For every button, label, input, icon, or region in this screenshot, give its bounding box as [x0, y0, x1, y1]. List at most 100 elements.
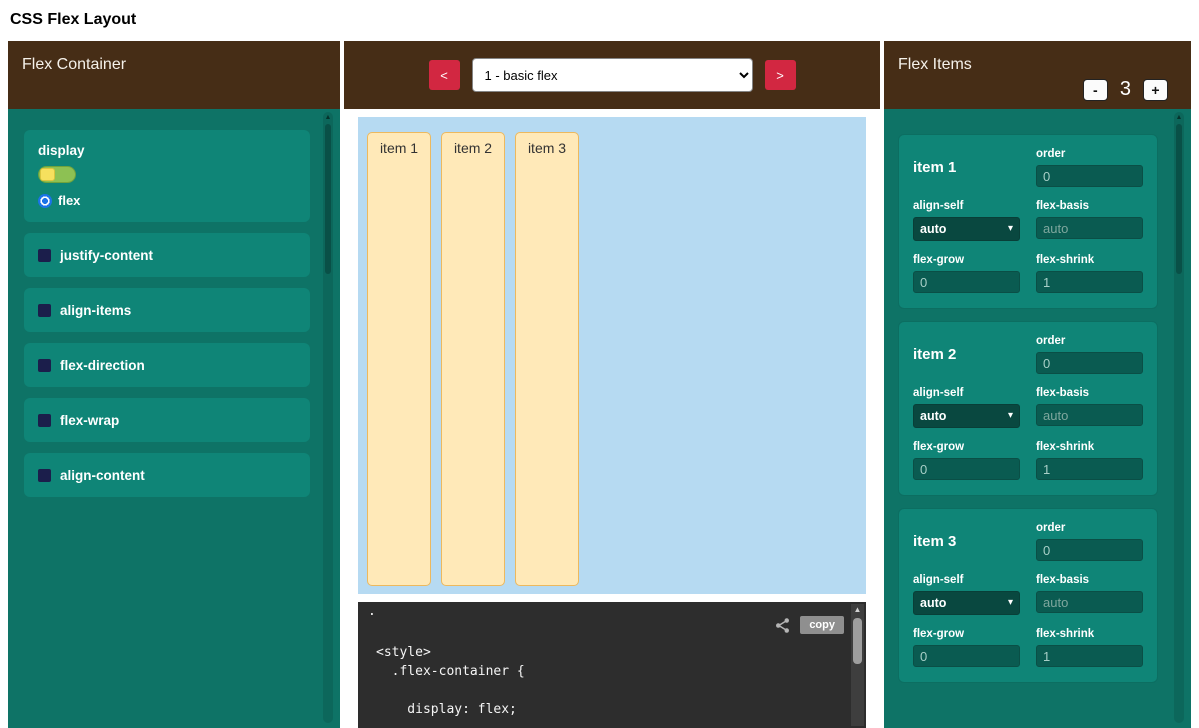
option-justify-content[interactable]: justify-content [24, 233, 310, 277]
align-self-select[interactable]: auto [913, 591, 1020, 615]
checkbox-icon[interactable] [38, 359, 51, 372]
order-label: order [1036, 522, 1143, 534]
flex-basis-label: flex-basis [1036, 200, 1143, 212]
flex-basis-label: flex-basis [1036, 387, 1143, 399]
flex-grow-label: flex-grow [913, 628, 1020, 640]
flex-shrink-label: flex-shrink [1036, 441, 1143, 453]
code-panel: . copy <style> .flex-container { disp [358, 602, 866, 728]
order-input[interactable] [1036, 539, 1143, 561]
right-panel-scrollbar[interactable]: ▲ [1174, 112, 1184, 723]
flex-basis-field: flex-basis [1036, 574, 1143, 615]
main-layout: Flex Container display flex justify-cont… [0, 41, 1199, 728]
display-card-title: display [38, 143, 296, 158]
flex-shrink-input[interactable] [1036, 458, 1143, 480]
flex-item-card: item 1 order align-self auto ▾ flex-basi [898, 134, 1158, 309]
flex-basis-input[interactable] [1036, 404, 1143, 426]
remove-item-button[interactable]: - [1083, 79, 1108, 101]
flex-grow-input[interactable] [913, 645, 1020, 667]
order-label: order [1036, 335, 1143, 347]
code-line: <style> [376, 643, 525, 662]
demo-item: item 1 [367, 132, 431, 586]
flex-grow-label: flex-grow [913, 441, 1020, 453]
page-title: CSS Flex Layout [0, 0, 1199, 41]
preset-bar: < 1 - basic flex > [344, 41, 880, 109]
code-toolbar: copy [774, 616, 844, 634]
flex-shrink-field: flex-shrink [1036, 254, 1143, 293]
share-icon[interactable] [774, 617, 791, 634]
next-preset-button[interactable]: > [765, 60, 796, 90]
option-label: align-items [60, 303, 131, 318]
align-self-label: align-self [913, 387, 1020, 399]
align-self-field: align-self auto ▾ [913, 200, 1020, 241]
align-self-select[interactable]: auto [913, 404, 1020, 428]
flex-container-panel-title: Flex Container [22, 56, 126, 73]
add-item-button[interactable]: + [1143, 79, 1168, 101]
flex-grow-input[interactable] [913, 458, 1020, 480]
item-title: item 1 [913, 159, 1020, 176]
scroll-up-arrow-icon[interactable]: ▲ [851, 604, 864, 616]
item-title: item 2 [913, 346, 1020, 363]
checkbox-icon[interactable] [38, 304, 51, 317]
flex-container-panel-body: display flex justify-content align-items [8, 109, 340, 728]
scroll-up-arrow-icon[interactable]: ▲ [323, 112, 333, 123]
code-line: display: flex; [376, 700, 525, 719]
left-panel-scrollbar[interactable]: ▲ [323, 112, 333, 723]
option-label: align-content [60, 468, 145, 483]
option-align-items[interactable]: align-items [24, 288, 310, 332]
flex-grow-field: flex-grow [913, 441, 1020, 480]
flex-grow-input[interactable] [913, 271, 1020, 293]
order-input[interactable] [1036, 165, 1143, 187]
align-self-label: align-self [913, 200, 1020, 212]
radio-checked-icon[interactable] [38, 194, 52, 208]
checkbox-icon[interactable] [38, 469, 51, 482]
order-label: order [1036, 148, 1143, 160]
display-flex-radio-row[interactable]: flex [38, 193, 296, 208]
option-flex-wrap[interactable]: flex-wrap [24, 398, 310, 442]
item-title: item 3 [913, 533, 1020, 550]
scrollbar-thumb[interactable] [325, 124, 331, 274]
option-label: flex-direction [60, 358, 145, 373]
scroll-up-arrow-icon[interactable]: ▲ [1174, 112, 1184, 123]
flex-items-panel-body: item 1 order align-self auto ▾ flex-basi [884, 109, 1191, 728]
option-align-content[interactable]: align-content [24, 453, 310, 497]
flex-shrink-input[interactable] [1036, 271, 1143, 293]
flex-grow-field: flex-grow [913, 628, 1020, 667]
flex-demo-container: item 1 item 2 item 3 [358, 117, 866, 594]
css-code: <style> .flex-container { display: flex; [376, 643, 525, 719]
toggle-knob-icon [40, 168, 55, 181]
flex-container-panel-header: Flex Container [8, 41, 340, 109]
flex-basis-input[interactable] [1036, 591, 1143, 613]
checkbox-icon[interactable] [38, 249, 51, 262]
flex-basis-field: flex-basis [1036, 200, 1143, 241]
radio-label: flex [58, 193, 80, 208]
scrollbar-thumb[interactable] [1176, 124, 1182, 274]
preset-select[interactable]: 1 - basic flex [472, 58, 753, 92]
flex-basis-input[interactable] [1036, 217, 1143, 239]
code-scrollbar[interactable]: ▲ [851, 604, 864, 726]
scrollbar-thumb[interactable] [853, 618, 862, 664]
option-label: justify-content [60, 248, 153, 263]
code-line [376, 681, 525, 700]
flex-shrink-field: flex-shrink [1036, 628, 1143, 667]
align-self-label: align-self [913, 574, 1020, 586]
flex-items-panel-header: Flex Items - 3 + [884, 41, 1191, 109]
display-toggle[interactable] [38, 166, 76, 183]
order-input[interactable] [1036, 352, 1143, 374]
flex-item-card: item 2 order align-self auto ▾ flex-basi [898, 321, 1158, 496]
align-self-field: align-self auto ▾ [913, 574, 1020, 615]
flex-shrink-input[interactable] [1036, 645, 1143, 667]
preview-panel: < 1 - basic flex > item 1 item 2 item 3 … [344, 41, 880, 728]
demo-item: item 3 [515, 132, 579, 586]
code-line: .flex-container { [376, 662, 525, 681]
order-field: order [1036, 148, 1143, 187]
copy-button[interactable]: copy [800, 616, 844, 634]
align-self-select[interactable]: auto [913, 217, 1020, 241]
checkbox-icon[interactable] [38, 414, 51, 427]
option-flex-direction[interactable]: flex-direction [24, 343, 310, 387]
option-label: flex-wrap [60, 413, 119, 428]
flex-item-card: item 3 order align-self auto ▾ flex-basi [898, 508, 1158, 683]
flex-items-panel-title: Flex Items [898, 56, 972, 73]
order-field: order [1036, 335, 1143, 374]
prev-preset-button[interactable]: < [429, 60, 460, 90]
flex-basis-field: flex-basis [1036, 387, 1143, 428]
